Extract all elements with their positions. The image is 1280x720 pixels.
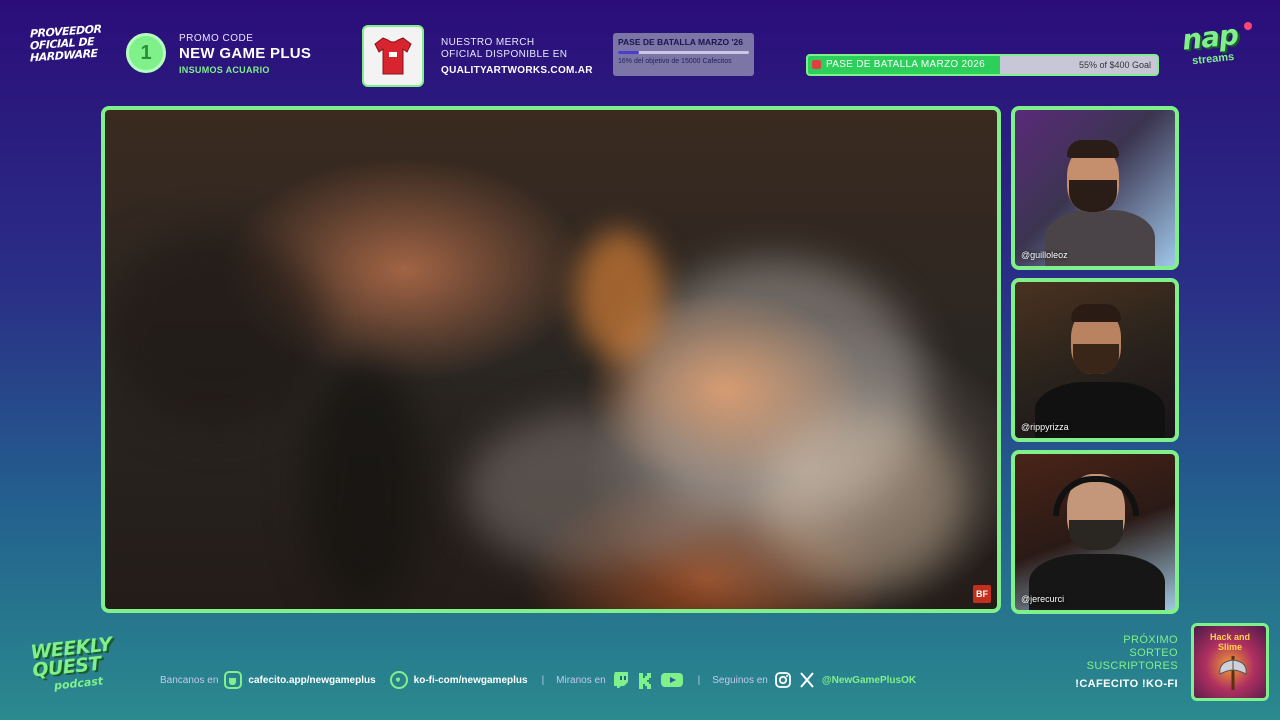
merch-block: NUESTRO MERCH OFICIAL DISPONIBLE EN QUAL… bbox=[441, 37, 593, 76]
headphones-icon bbox=[1053, 476, 1139, 516]
goal-bar-caption: 55% of $400 Goal bbox=[1078, 60, 1151, 70]
mini-goal-track bbox=[618, 51, 749, 54]
nap-streams-logo: nap streams bbox=[1180, 18, 1254, 67]
shadow-shape bbox=[105, 230, 325, 430]
person-beard bbox=[1069, 180, 1117, 212]
kick-icon[interactable] bbox=[636, 671, 654, 689]
game-title: Hack and Slime bbox=[1209, 632, 1251, 652]
promo-label: PROMO CODE bbox=[179, 33, 254, 44]
divider: | bbox=[541, 674, 545, 686]
goal-bar: PASE DE BATALLA MARZO 2026 55% of $400 G… bbox=[806, 54, 1159, 76]
mini-goal-fill bbox=[618, 51, 639, 54]
game-badge: BF bbox=[973, 585, 991, 603]
raffle-line1: PRÓXIMO bbox=[1123, 634, 1178, 646]
merch-site: QUALITYARTWORKS.COM.AR bbox=[441, 65, 593, 76]
merch-line2: OFICIAL DISPONIBLE EN bbox=[441, 49, 568, 60]
raffle-block: PRÓXIMO SORTEO SUSCRIPTORES !CAFECITO !K… bbox=[1050, 634, 1178, 691]
webcam-handle: @rippyrizza bbox=[1021, 422, 1069, 432]
webcam-2: @rippyrizza bbox=[1011, 278, 1179, 442]
x-icon[interactable] bbox=[798, 671, 816, 689]
webcam-3: @jerecurci bbox=[1011, 450, 1179, 614]
mini-goal-widget: PASE DE BATALLA MARZO '26 16% del objeti… bbox=[613, 33, 754, 76]
raffle-line3: SUSCRIPTORES bbox=[1086, 660, 1178, 672]
follow-label: Seguinos en bbox=[712, 674, 768, 686]
coin-icon: 1 bbox=[126, 33, 166, 73]
person-hair bbox=[1067, 140, 1119, 158]
fire-glow bbox=[575, 230, 665, 360]
cup-icon bbox=[812, 60, 821, 69]
donate-label: Bancanos en bbox=[160, 674, 219, 686]
raffle-game-cover: Hack and Slime bbox=[1191, 623, 1269, 701]
watch-label: Miranos en bbox=[556, 674, 606, 686]
kofi-icon[interactable] bbox=[389, 671, 408, 689]
promo-code: NEW GAME PLUS bbox=[179, 45, 312, 62]
webcam-handle: @jerecurci bbox=[1021, 594, 1065, 604]
goal-bar-title: PASE DE BATALLA MARZO 2026 bbox=[826, 59, 985, 70]
person-body bbox=[1029, 554, 1165, 610]
person-hair bbox=[1071, 304, 1121, 322]
mini-goal-title: PASE DE BATALLA MARZO '26 bbox=[618, 37, 743, 47]
raffle-line2: SORTEO bbox=[1129, 647, 1178, 659]
weekly-quest-logo: WEEKLY QUEST podcast bbox=[29, 632, 145, 694]
raffle-commands: !CAFECITO !KO-FI bbox=[1075, 678, 1178, 690]
webcam-handle: @guilloleoz bbox=[1021, 250, 1068, 260]
webcam-1: @guilloleoz bbox=[1011, 106, 1179, 270]
promo-block: PROMO CODE NEW GAME PLUS INSUMOS ACUARIO bbox=[179, 33, 311, 75]
person-beard bbox=[1073, 344, 1119, 374]
person-beard bbox=[1069, 520, 1123, 550]
person-body bbox=[1035, 382, 1165, 438]
hardware-sponsor-text: PROVEEDOR OFICIAL DE HARDWARE bbox=[30, 22, 102, 65]
promo-sponsor: INSUMOS ACUARIO bbox=[179, 65, 270, 75]
twitch-icon[interactable] bbox=[612, 671, 630, 689]
social-handle[interactable]: @NewGamePlusOK bbox=[822, 675, 916, 686]
cafecito-link[interactable]: cafecito.app/newgameplus bbox=[248, 675, 375, 686]
divider: | bbox=[697, 674, 701, 686]
main-video-feed: BF bbox=[101, 106, 1001, 613]
smoke-shape bbox=[465, 410, 725, 570]
instagram-icon[interactable] bbox=[774, 671, 792, 689]
shadow-shape bbox=[305, 360, 425, 609]
axe-icon bbox=[1219, 656, 1247, 690]
mini-goal-caption: 16% del objetivo de 15000 Cafecitos bbox=[618, 58, 732, 65]
merch-line1: NUESTRO MERCH bbox=[441, 37, 535, 48]
youtube-icon[interactable] bbox=[660, 671, 684, 689]
smoke-shape bbox=[765, 410, 965, 590]
person-body bbox=[1045, 210, 1155, 266]
social-links-row: Bancanos en cafecito.app/newgameplus ko-… bbox=[160, 670, 930, 690]
kofi-link[interactable]: ko-fi-com/newgameplus bbox=[414, 675, 528, 686]
cafecito-icon[interactable] bbox=[224, 671, 243, 689]
tshirt-icon bbox=[362, 25, 424, 87]
